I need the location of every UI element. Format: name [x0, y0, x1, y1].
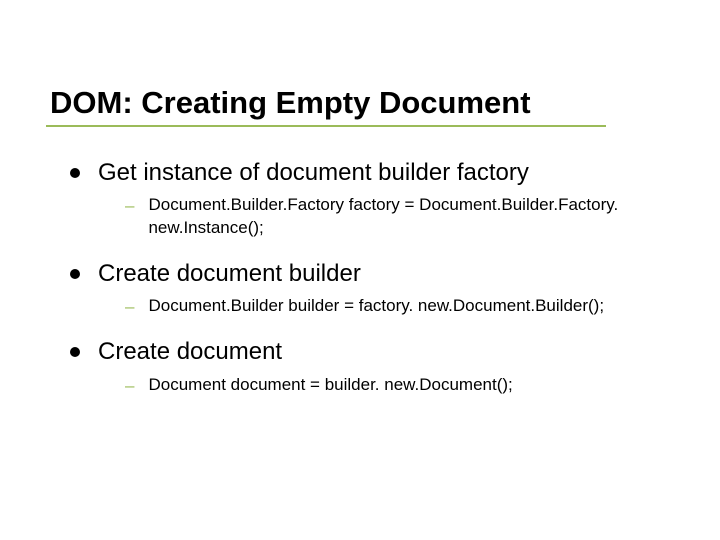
accent-line [46, 125, 606, 127]
subitem-text: Document.Builder.Factory factory = Docum… [148, 194, 670, 240]
list-item: Create document builder [70, 258, 670, 289]
subitem-text: Document.Builder builder = factory. new.… [148, 295, 604, 318]
subitem-text: Document document = builder. new.Documen… [148, 374, 512, 397]
bullet-icon [70, 168, 80, 178]
content-area: Get instance of document builder factory… [50, 157, 670, 397]
list-subitem: – Document document = builder. new.Docum… [125, 374, 670, 397]
dash-icon: – [125, 375, 134, 397]
item-label: Create document builder [98, 258, 361, 289]
list-subitem: – Document.Builder.Factory factory = Doc… [125, 194, 670, 240]
slide-container: DOM: Creating Empty Document Get instanc… [0, 0, 720, 445]
list-item: Get instance of document builder factory [70, 157, 670, 188]
list-subitem: – Document.Builder builder = factory. ne… [125, 295, 670, 318]
item-label: Create document [98, 336, 282, 367]
dash-icon: – [125, 195, 134, 217]
item-label: Get instance of document builder factory [98, 157, 529, 188]
bullet-icon [70, 269, 80, 279]
bullet-icon [70, 347, 80, 357]
dash-icon: – [125, 296, 134, 318]
slide-title: DOM: Creating Empty Document [50, 85, 670, 121]
list-item: Create document [70, 336, 670, 367]
